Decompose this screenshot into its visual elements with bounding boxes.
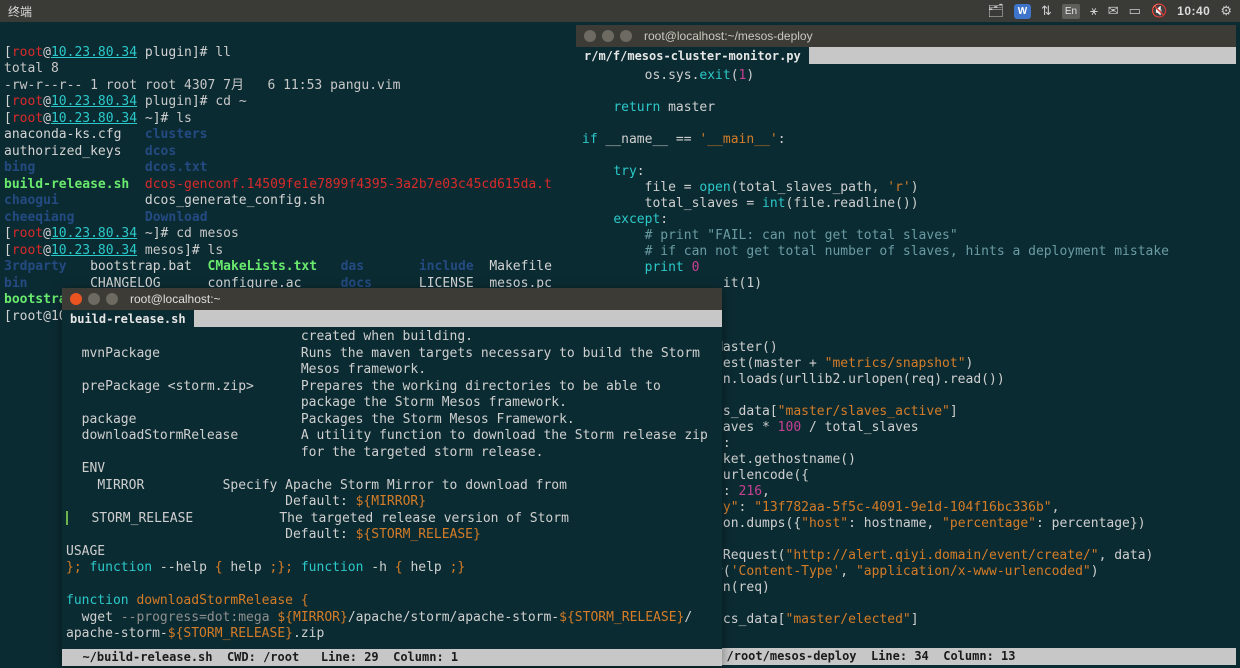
terminal-line: -rw-r--r-- 1 root root 4307 7月 6 11:53 p… — [4, 78, 401, 93]
window-titlebar[interactable]: root@localhost:~/mesos-deploy — [576, 25, 1236, 47]
maximize-icon[interactable] — [106, 293, 118, 305]
close-icon[interactable] — [70, 293, 82, 305]
editor-tabbar: build-release.sh — [62, 310, 722, 327]
menubar-title: 终端 — [8, 3, 32, 20]
window-titlebar[interactable]: root@localhost:~ — [62, 288, 722, 310]
editor-status-bar: ~/build-release.sh CWD: /root Line: 29 C… — [62, 649, 722, 666]
minimize-icon[interactable] — [88, 293, 100, 305]
mail-icon[interactable]: ✉ — [1108, 3, 1119, 19]
gear-icon[interactable]: ⚙ — [1220, 3, 1232, 19]
editor-tabbar: r/m/f/mesos-cluster-monitor.py — [576, 47, 1236, 64]
window-title: root@localhost:~/mesos-deploy — [644, 29, 813, 43]
minimize-icon[interactable] — [602, 30, 614, 42]
window-title: root@localhost:~ — [130, 292, 221, 306]
input-method-indicator[interactable]: En — [1062, 4, 1080, 19]
battery-icon[interactable]: ▭ — [1129, 3, 1141, 19]
volume-icon[interactable]: 🔇 — [1151, 3, 1167, 19]
editor-window-front: root@localhost:~ build-release.sh create… — [62, 288, 722, 666]
editor-tab[interactable]: build-release.sh — [62, 310, 194, 327]
editor-tab[interactable]: r/m/f/mesos-cluster-monitor.py — [576, 47, 809, 64]
network-icon[interactable]: ⇅ — [1041, 3, 1052, 19]
folder-icon[interactable]: 🗂 — [988, 3, 1005, 19]
editor-body[interactable]: created when building. mvnPackage Runs t… — [62, 327, 722, 645]
maximize-icon[interactable] — [620, 30, 632, 42]
cursor-icon — [66, 511, 68, 525]
w-indicator-icon[interactable]: W — [1014, 4, 1031, 19]
desktop-menubar: 终端 🗂 W ⇅ En ⚹ ✉ ▭ 🔇 10:40 ⚙ — [0, 0, 1240, 22]
bluetooth-icon[interactable]: ⚹ — [1090, 3, 1098, 19]
terminal-line: total 8 — [4, 61, 59, 76]
close-icon[interactable] — [584, 30, 596, 42]
clock[interactable]: 10:40 — [1177, 4, 1210, 18]
system-tray: 🗂 W ⇅ En ⚹ ✉ ▭ 🔇 10:40 ⚙ — [988, 3, 1232, 19]
